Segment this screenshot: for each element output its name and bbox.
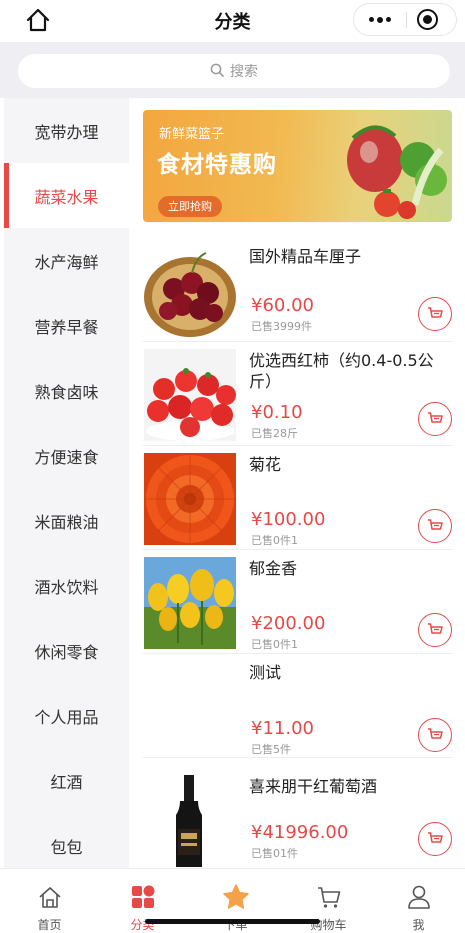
product-name: 测试 — [249, 663, 282, 682]
product-item[interactable]: 优选西红柿（约0.4-0.5公斤） ¥0.10 已售28斤 — [143, 342, 453, 446]
sidebar-item-label: 宽带办理 — [34, 122, 99, 142]
more-icon[interactable] — [354, 4, 406, 35]
product-sold-count: 已售5件 — [251, 743, 291, 756]
promo-banner[interactable]: 新鲜菜篮子 食材特惠购 立即抢购 — [143, 110, 452, 222]
product-price: ¥41996.00 — [251, 822, 349, 843]
add-to-cart-button[interactable] — [418, 613, 452, 647]
sidebar-item-red-wine[interactable]: 红酒 — [4, 748, 129, 813]
sidebar-item-vegetables-fruits[interactable]: 蔬菜水果 — [4, 163, 129, 228]
search-area: 搜索 — [0, 42, 465, 98]
cart-icon — [428, 307, 443, 318]
sidebar-item-label: 个人用品 — [34, 707, 99, 727]
tab-label: 首页 — [37, 918, 62, 932]
sidebar-item-snacks[interactable]: 休闲零食 — [4, 618, 129, 683]
product-item[interactable]: 郁金香 ¥200.00 已售0件1 — [143, 550, 453, 654]
sidebar-item-seafood[interactable]: 水产海鲜 — [4, 228, 129, 293]
add-to-cart-button[interactable] — [418, 509, 452, 543]
cart-icon — [428, 728, 443, 739]
cart-icon — [318, 887, 341, 908]
product-item[interactable]: 菊花 ¥100.00 已售0件1 — [143, 446, 453, 550]
product-image-placeholder — [144, 661, 236, 753]
sidebar-item-label: 米面粮油 — [34, 512, 99, 532]
product-image-tomatoes — [144, 349, 236, 441]
category-sidebar: 宽带办理 蔬菜水果 水产海鲜 营养早餐 熟食卤味 方便速食 米面粮油 酒水饮料 … — [4, 98, 129, 868]
banner-buy-button[interactable]: 立即抢购 — [158, 196, 222, 217]
product-name: 喜来朋干红葡萄酒 — [249, 777, 378, 796]
product-item[interactable]: 测试 ¥11.00 已售5件 — [143, 654, 453, 758]
sidebar-item-deli[interactable]: 熟食卤味 — [4, 358, 129, 423]
sidebar-item-personal-care[interactable]: 个人用品 — [4, 683, 129, 748]
user-icon — [408, 885, 430, 909]
search-input[interactable]: 搜索 — [18, 54, 450, 88]
home-icon — [39, 887, 61, 908]
product-item[interactable]: 喜来朋干红葡萄酒 ¥41996.00 已售01件 — [143, 768, 453, 868]
product-sold-count: 已售01件 — [251, 847, 298, 860]
sidebar-item-drinks[interactable]: 酒水饮料 — [4, 553, 129, 618]
tab-me[interactable]: 我 — [372, 869, 465, 933]
add-to-cart-button[interactable] — [418, 402, 452, 436]
product-sold-count: 已售3999件 — [251, 320, 312, 333]
search-icon — [210, 62, 224, 81]
product-name: 郁金香 — [249, 559, 298, 578]
product-image-cherries — [144, 245, 236, 337]
navigation-bar: 分类 — [0, 0, 465, 42]
product-sold-count: 已售0件1 — [251, 534, 298, 547]
cart-icon — [428, 412, 443, 423]
product-sold-count: 已售0件1 — [251, 638, 298, 651]
close-miniprogram-icon[interactable] — [417, 9, 438, 30]
capsule-divider — [406, 12, 407, 28]
sidebar-item-label: 酒水饮料 — [34, 577, 99, 597]
product-price: ¥100.00 — [251, 509, 326, 530]
add-to-cart-button[interactable] — [418, 718, 452, 752]
sidebar-item-label: 包包 — [50, 837, 83, 857]
product-price: ¥11.00 — [251, 718, 314, 739]
sidebar-item-instant-food[interactable]: 方便速食 — [4, 423, 129, 488]
cart-icon — [428, 623, 443, 634]
cart-icon — [428, 519, 443, 530]
product-price: ¥0.10 — [251, 402, 303, 423]
search-placeholder: 搜索 — [230, 64, 258, 80]
category-icon — [132, 885, 155, 908]
banner-headline: 食材特惠购 — [157, 152, 277, 178]
sidebar-item-broadband[interactable]: 宽带办理 — [4, 98, 129, 163]
banner-produce-image — [347, 125, 447, 219]
product-price: ¥60.00 — [251, 295, 314, 316]
product-image-tulips — [144, 557, 236, 649]
add-to-cart-button[interactable] — [418, 822, 452, 856]
sidebar-item-label: 红酒 — [50, 772, 83, 792]
home-indicator — [145, 919, 320, 924]
sidebar-item-label: 蔬菜水果 — [34, 187, 99, 207]
product-name: 国外精品车厘子 — [249, 247, 362, 266]
tab-home[interactable]: 首页 — [3, 869, 96, 933]
product-image-chrysanthemum — [144, 453, 236, 545]
miniprogram-capsule — [353, 3, 457, 36]
product-panel: 新鲜菜篮子 食材特惠购 立即抢购 国外精品车厘子 ¥60.00 已售3999件 … — [129, 98, 465, 868]
product-sold-count: 已售28斤 — [251, 427, 298, 440]
product-price: ¥200.00 — [251, 613, 326, 634]
product-name: 菊花 — [249, 455, 282, 474]
sidebar-item-label: 水产海鲜 — [34, 252, 99, 272]
sidebar-item-label: 熟食卤味 — [34, 382, 99, 402]
product-image-wine-bottle — [144, 775, 236, 867]
sidebar-item-label: 方便速食 — [34, 447, 99, 467]
star-icon — [223, 884, 249, 909]
banner-subtitle: 新鲜菜篮子 — [159, 127, 225, 142]
sidebar-item-breakfast[interactable]: 营养早餐 — [4, 293, 129, 358]
sidebar-item-grain-oil[interactable]: 米面粮油 — [4, 488, 129, 553]
sidebar-item-bags[interactable]: 包包 — [4, 813, 129, 868]
add-to-cart-button[interactable] — [418, 297, 452, 331]
sidebar-item-label: 营养早餐 — [34, 317, 99, 337]
cart-icon — [428, 832, 443, 843]
product-name: 优选西红柿（约0.4-0.5公斤） — [249, 351, 434, 391]
product-item[interactable]: 国外精品车厘子 ¥60.00 已售3999件 — [143, 238, 453, 342]
tab-label: 我 — [412, 918, 425, 932]
sidebar-item-label: 休闲零食 — [34, 642, 99, 662]
